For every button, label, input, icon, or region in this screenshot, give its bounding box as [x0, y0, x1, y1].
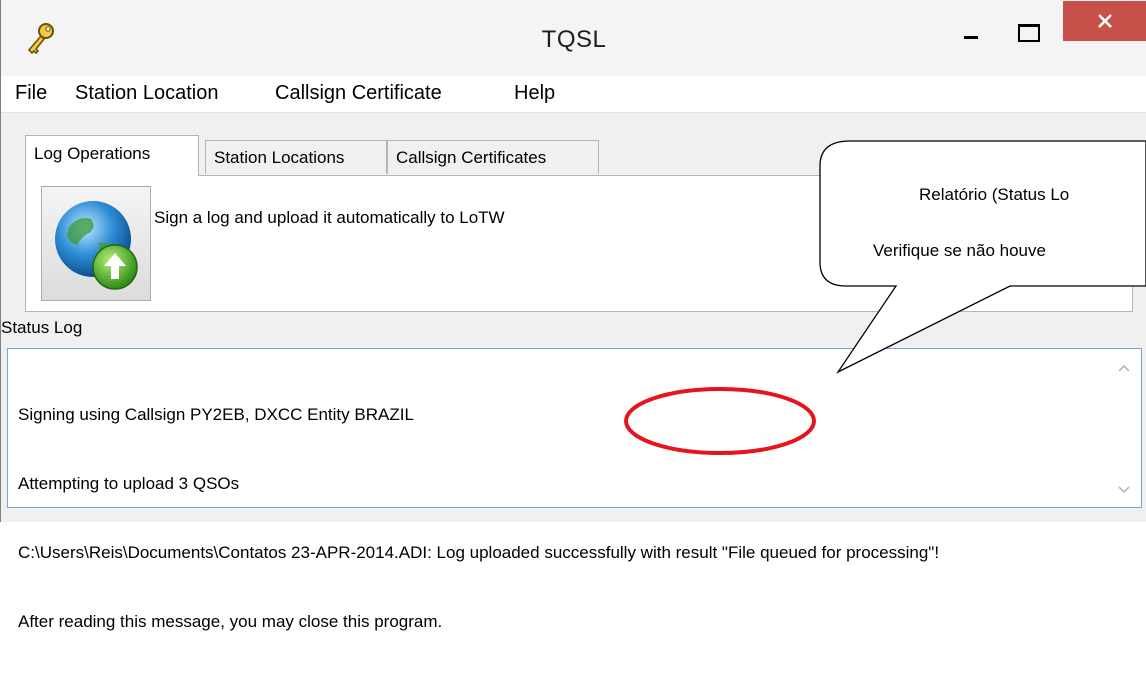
menu-help[interactable]: Help: [514, 82, 555, 105]
globe-upload-icon: [55, 201, 138, 290]
tab-log-operations[interactable]: Log Operations: [25, 135, 199, 176]
scroll-up-icon[interactable]: [1117, 363, 1131, 373]
scroll-down-icon[interactable]: [1117, 485, 1131, 495]
maximize-button[interactable]: [1004, 10, 1048, 50]
callout-line-1: Relatório (Status Lo: [919, 185, 1070, 204]
upload-caption: Sign a log and upload it automatically t…: [154, 208, 505, 227]
sign-upload-button[interactable]: [41, 186, 151, 301]
menu-file[interactable]: File: [15, 82, 47, 105]
status-line: C:\Users\Reis\Documents\Contatos 23-APR-…: [18, 543, 940, 562]
status-log-label: Status Log: [1, 318, 83, 337]
close-icon: [1098, 14, 1112, 28]
status-log-textarea[interactable]: Signing using Callsign PY2EB, DXCC Entit…: [7, 348, 1142, 631]
menu-station-location[interactable]: Station Location: [75, 82, 218, 105]
status-log-text: Signing using Callsign PY2EB, DXCC Entit…: [18, 357, 1098, 679]
minimize-button[interactable]: [947, 10, 991, 50]
tab-callsign-certificates[interactable]: Callsign Certificates: [387, 140, 599, 174]
menu-bar: File Station Location Callsign Certifica…: [1, 76, 1146, 113]
status-line: After reading this message, you may clos…: [18, 612, 443, 631]
callout-text-area: Relatório (Status Lo Verifique se não ho…: [820, 140, 1146, 280]
menu-callsign-certificate[interactable]: Callsign Certificate: [275, 82, 442, 105]
status-line: Signing using Callsign PY2EB, DXCC Entit…: [18, 405, 414, 424]
callout-line-2: Verifique se não houve: [873, 241, 1046, 260]
status-line: Attempting to upload 3 QSOs: [18, 474, 240, 493]
title-bar: TQSL: [1, 0, 1146, 76]
tab-station-locations[interactable]: Station Locations: [205, 140, 387, 174]
close-button[interactable]: [1063, 1, 1146, 41]
